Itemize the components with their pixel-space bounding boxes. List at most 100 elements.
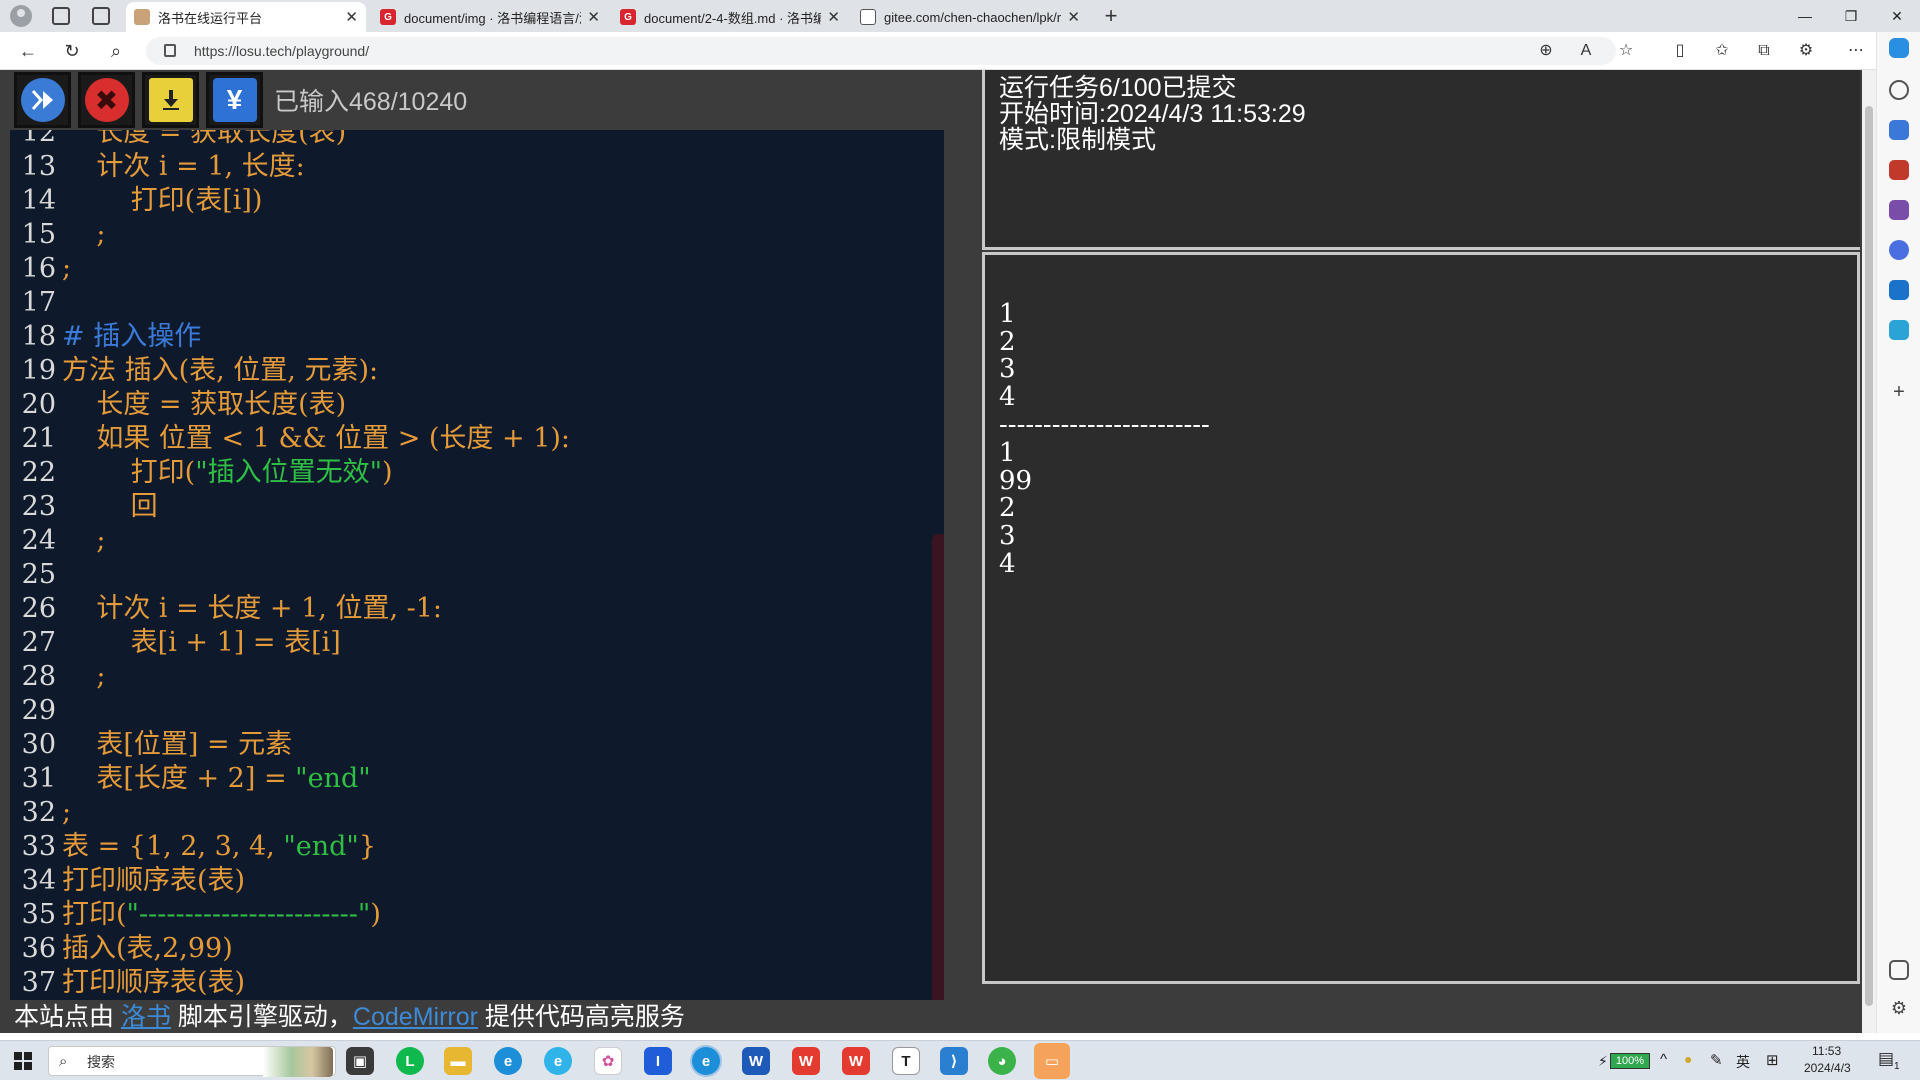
- code-line[interactable]: 24 ;: [10, 524, 944, 558]
- code-line[interactable]: 33 表 = {1, 2, 3, 4, "end"}: [10, 830, 944, 864]
- read-aloud-icon[interactable]: A: [1574, 39, 1598, 63]
- copilot-icon[interactable]: [1889, 38, 1909, 58]
- clock-date[interactable]: 2024/4/3: [1804, 1061, 1851, 1075]
- add-sidebar-icon[interactable]: +: [1889, 382, 1909, 402]
- minimize-icon[interactable]: —: [1782, 0, 1828, 32]
- page-scrollbar[interactable]: [1862, 70, 1876, 1033]
- code-line[interactable]: 14 打印(表[i]): [10, 184, 944, 218]
- code-line[interactable]: 35 打印("------------------------"): [10, 898, 944, 932]
- code-line[interactable]: 15 ;: [10, 218, 944, 252]
- favorite-star-icon[interactable]: ☆: [1614, 39, 1638, 63]
- code-line[interactable]: 18 # 插入操作: [10, 320, 944, 354]
- download-button[interactable]: [142, 72, 199, 128]
- outlook-icon[interactable]: [1889, 280, 1909, 300]
- wps-2-icon[interactable]: W: [842, 1047, 870, 1075]
- lock-icon[interactable]: [164, 44, 176, 57]
- typora-icon[interactable]: T: [892, 1047, 920, 1075]
- codemirror-link[interactable]: CodeMirror: [353, 1003, 478, 1031]
- pinwheel-app-icon[interactable]: ✿: [594, 1047, 622, 1075]
- collections-icon[interactable]: ⧉: [1752, 39, 1776, 63]
- ime-language[interactable]: 英: [1736, 1052, 1750, 1072]
- word-icon[interactable]: W: [742, 1047, 770, 1075]
- more-menu-icon[interactable]: ⋯: [1844, 39, 1868, 63]
- ime-mode-icon[interactable]: ⊞: [1766, 1051, 1779, 1069]
- new-tab-icon[interactable]: +: [1098, 2, 1124, 30]
- file-explorer-icon[interactable]: ▬: [444, 1047, 472, 1075]
- code-line[interactable]: 17: [10, 286, 944, 320]
- code-line[interactable]: 34 打印顺序表(表): [10, 864, 944, 898]
- search-sidebar-icon[interactable]: [1889, 80, 1909, 100]
- code-line[interactable]: 26 计次 i = 长度 + 1, 位置, -1:: [10, 592, 944, 626]
- code-line[interactable]: 12 长度 = 获取长度(表): [10, 130, 944, 150]
- page-scrollbar-thumb[interactable]: [1865, 106, 1873, 1006]
- code-line[interactable]: 31 表[长度 + 2] = "end": [10, 762, 944, 796]
- code-line[interactable]: 20 长度 = 获取长度(表): [10, 388, 944, 422]
- presentation-app-icon[interactable]: ▭: [1034, 1043, 1070, 1079]
- code-line[interactable]: 16;: [10, 252, 944, 286]
- code-line[interactable]: 32;: [10, 796, 944, 830]
- power-plug-icon[interactable]: ⚡: [1598, 1053, 1608, 1070]
- address-bar[interactable]: https://losu.tech/playground/: [146, 37, 1616, 65]
- battery-indicator[interactable]: 100%: [1610, 1053, 1650, 1069]
- code-line[interactable]: 28 ;: [10, 660, 944, 694]
- run-button[interactable]: [14, 72, 71, 128]
- editor-scrollbar[interactable]: [932, 534, 944, 1000]
- code-line[interactable]: 25: [10, 558, 944, 592]
- code-editor[interactable]: 37 打印顺序表(表) 36 插入(表,2,99) 35 打印("------------…: [10, 130, 944, 1000]
- code-line[interactable]: 27 表[i + 1] = 表[i]: [10, 626, 944, 660]
- search-icon[interactable]: ⌕: [104, 39, 128, 63]
- code-line[interactable]: 22 打印("插入位置无效"): [10, 456, 944, 490]
- close-window-icon[interactable]: ✕: [1874, 0, 1920, 32]
- code-line[interactable]: 23 回: [10, 490, 944, 524]
- donate-button[interactable]: ¥: [206, 72, 263, 128]
- close-tab-icon[interactable]: ✕: [587, 8, 600, 26]
- split-screen-icon[interactable]: ▯: [1668, 39, 1692, 63]
- task-view-icon[interactable]: ▣: [346, 1047, 374, 1075]
- code-line[interactable]: 36 插入(表,2,99): [10, 932, 944, 966]
- close-tab-icon[interactable]: ✕: [345, 8, 358, 26]
- url-text[interactable]: https://losu.tech/playground/: [194, 37, 369, 65]
- zoom-icon[interactable]: ⊕: [1534, 39, 1558, 63]
- wps-icon[interactable]: W: [792, 1047, 820, 1075]
- shopping-icon[interactable]: [1889, 120, 1909, 140]
- code-line[interactable]: 29: [10, 694, 944, 728]
- close-tab-icon[interactable]: ✕: [827, 8, 840, 26]
- settings-gear-icon[interactable]: ⚙: [1889, 998, 1909, 1018]
- line-app-icon[interactable]: L: [396, 1047, 424, 1075]
- code-line[interactable]: 19 方法 插入(表, 位置, 元素):: [10, 354, 944, 388]
- pen-icon[interactable]: ✎: [1710, 1051, 1723, 1069]
- profile-icon[interactable]: [10, 5, 32, 27]
- tab-document-array[interactable]: G document/2-4-数组.md · 洛书编 ✕: [612, 2, 848, 32]
- refresh-icon[interactable]: ↻: [60, 39, 84, 63]
- close-tab-icon[interactable]: ✕: [1067, 8, 1080, 26]
- code-line[interactable]: 21 如果 位置 < 1 && 位置 > (长度 + 1):: [10, 422, 944, 456]
- tools-icon[interactable]: [1889, 160, 1909, 180]
- tray-app-icon[interactable]: ●: [1684, 1051, 1692, 1067]
- windows-start-icon[interactable]: [14, 1052, 32, 1070]
- restore-icon[interactable]: ❐: [1828, 0, 1874, 32]
- extensions-icon[interactable]: ⚙: [1794, 39, 1818, 63]
- stop-button[interactable]: ✖: [78, 72, 135, 128]
- screenshot-icon[interactable]: [1889, 960, 1909, 980]
- microsoft365-icon[interactable]: [1889, 240, 1909, 260]
- tab-losu-playground[interactable]: 洛书在线运行平台 ✕: [126, 2, 366, 32]
- code-line[interactable]: 30 表[位置] = 元素: [10, 728, 944, 762]
- taskbar-search[interactable]: ⌕ 搜索: [48, 1046, 336, 1077]
- browser-app-icon[interactable]: e: [544, 1047, 572, 1075]
- tab-actions-icon[interactable]: [92, 7, 110, 25]
- code-line[interactable]: 13 计次 i = 1, 长度:: [10, 150, 944, 184]
- clock-time[interactable]: 11:53: [1812, 1044, 1841, 1058]
- vscode-icon[interactable]: ⟩: [940, 1047, 968, 1075]
- code-line[interactable]: 37 打印顺序表(表): [10, 966, 944, 1000]
- edge-active-icon[interactable]: e: [692, 1047, 720, 1075]
- tab-document-img[interactable]: G document/img · 洛书编程语言/洛 ✕: [372, 2, 608, 32]
- back-icon[interactable]: ←: [16, 39, 40, 63]
- games-icon[interactable]: [1889, 200, 1909, 220]
- tab-gitee-lpk[interactable]: gitee.com/chen-chaochen/lpk/ra ✕: [852, 2, 1088, 32]
- losu-link[interactable]: 洛书: [121, 1003, 171, 1031]
- favorites-icon[interactable]: ✩: [1710, 39, 1734, 63]
- dict-app-icon[interactable]: I: [644, 1047, 672, 1075]
- show-hidden-icons-icon[interactable]: ^: [1660, 1051, 1667, 1068]
- notification-icon[interactable]: ▤: [1878, 1049, 1894, 1069]
- wechat-icon[interactable]: ◕: [988, 1047, 1016, 1075]
